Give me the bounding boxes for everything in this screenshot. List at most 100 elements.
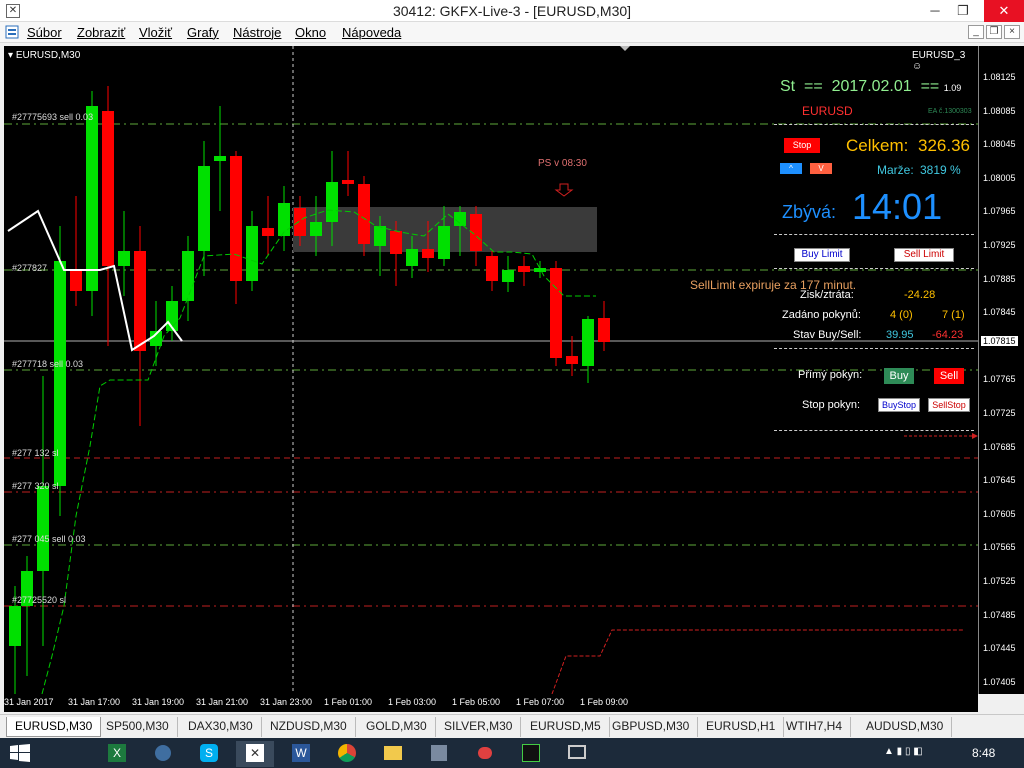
price-tick-label: 1.07605 [983,509,1016,519]
zisk-label: Zisk/ztráta: [800,289,854,301]
buy-limit-button[interactable]: Buy Limit [794,248,850,262]
price-chart[interactable]: ▾ EURUSD,M30 EURUSD_3 ☺ #27775693 sell 0… [4,46,978,694]
version-text: 1.09 [943,83,962,93]
ea-name: EURUSD_3 [912,50,966,61]
bull-candle [118,251,130,266]
zadano-buy: 4 (0) [890,309,913,321]
bear-candle [230,156,242,281]
panel-date-row: St == 2017.02.01 == 1.09 [780,78,961,96]
small-up-button[interactable]: ^ [780,163,802,174]
symbol-text: EURUSD,M30 [15,50,81,61]
small-down-button[interactable]: V [810,163,832,174]
menu-grafy[interactable]: Grafy [187,25,219,40]
tab-eurusd-m30[interactable]: EURUSD,M30 [6,717,102,737]
skype-icon[interactable]: S [190,741,228,767]
clock[interactable]: 8:48 [972,746,995,760]
mdi-minimize-button[interactable]: _ [968,25,984,39]
tab-wtih7-h4[interactable]: WTIH7,H4 [778,717,852,737]
bull-candle [374,226,386,246]
down-arrow-icon [554,183,574,197]
ps-label: PS v 08:30 [538,158,587,169]
explorer-icon[interactable] [374,741,412,767]
price-tick-label: 1.07885 [983,274,1016,284]
chrome-icon[interactable] [328,741,366,767]
menu-zobrazit[interactable]: Zobraziť [77,25,125,40]
bear-candle [358,184,370,244]
bear-candle [102,111,114,266]
bear-candle [342,180,354,184]
buystop-button[interactable]: BuyStop [878,398,920,412]
tab-dax30-m30[interactable]: DAX30,M30 [180,717,262,737]
price-tick-label: 1.07965 [983,206,1016,216]
bull-candle [438,226,450,259]
menu-okno[interactable]: Okno [295,25,326,40]
tab-sp500-m30[interactable]: SP500,M30 [98,717,178,737]
bull-candle [406,249,418,266]
time-tick-label: 31 Jan 2017 [4,697,54,707]
price-tick-label: 1.07485 [983,610,1016,620]
dots-app-icon[interactable] [466,741,504,767]
app-grid-icon[interactable] [420,741,458,767]
word-icon[interactable]: W [282,741,320,767]
bull-candle [86,106,98,291]
menu-subor[interactable]: Súbor [27,25,62,40]
menu-nastroje[interactable]: Nástroje [233,25,281,40]
bull-candle [326,182,338,222]
chart-app-icon[interactable] [512,741,550,767]
metatrader-icon[interactable]: ✕ [236,741,274,767]
time-tick-label: 1 Feb 05:00 [452,697,501,707]
order-label-1: #27775693 sell 0.03 [12,112,94,122]
sell-button[interactable]: Sell [934,368,964,384]
tab-eurusd-m5[interactable]: EURUSD,M5 [522,717,610,737]
monitor-icon[interactable] [558,741,596,767]
tab-nzdusd-m30[interactable]: NZDUSD,M30 [262,717,356,737]
maximize-button[interactable]: ❐ [948,0,978,22]
price-tick-label: 1.07765 [983,374,1016,384]
price-tick-label: 1.07565 [983,542,1016,552]
marze-value: 3819 % [920,163,961,177]
stav-label: Stav Buy/Sell: [793,329,862,341]
tab-gold-m30[interactable]: GOLD,M30 [358,717,436,737]
menu-napoveda[interactable]: Nápoveda [342,25,401,40]
celkem-label: Celkem: [846,136,909,155]
tab-audusd-m30[interactable]: AUDUSD,M30 [858,717,953,737]
document-icon[interactable] [5,25,19,39]
red-stop-line [551,629,964,694]
panel-divider-2 [774,234,974,235]
mdi-restore-button[interactable]: ❐ [986,25,1002,39]
menu-vlozit[interactable]: Vložiť [139,25,172,40]
bear-candle [518,266,530,272]
tab-eurusd-h1[interactable]: EURUSD,H1 [698,717,785,737]
chart-symbol-label: ▾ EURUSD,M30 [8,50,81,61]
eq-left: == [804,78,823,95]
buy-button[interactable]: Buy [884,368,914,384]
tray-icons[interactable]: ▲ ▮ ▯ ◧ [884,746,923,757]
sell-limit-button[interactable]: Sell Limit [894,248,954,262]
network-icon[interactable] [144,741,182,767]
price-tick-label: 1.07685 [983,442,1016,452]
stav-sell: -64.23 [932,329,964,341]
panel-symbol: EURUSD [802,104,853,118]
mdi-close-button[interactable]: × [1004,25,1020,39]
window-title: 30412: GKFX-Live-3 - [EURUSD,M30] [392,3,632,19]
stop-pokyn-label: Stop pokyn: [802,399,861,411]
time-tick-label: 1 Feb 07:00 [516,697,565,707]
sellstop-button[interactable]: SellStop [928,398,970,412]
time-tick-label: 31 Jan 23:00 [260,697,313,707]
stop-button[interactable]: Stop [784,138,820,153]
marze-label: Marže: [877,163,914,177]
tab-gbpusd-m30[interactable]: GBPUSD,M30 [604,717,699,737]
bull-candle [37,486,49,571]
bear-candle [294,208,306,236]
bull-candle [502,270,514,282]
time-tick-label: 1 Feb 01:00 [324,697,373,707]
excel-icon[interactable]: X [98,741,136,767]
tab-silver-m30[interactable]: SILVER,M30 [436,717,522,737]
stav-buy: 39.95 [886,329,914,341]
day-text: St [780,78,796,95]
windows-start-icon[interactable] [10,744,30,762]
minimize-button[interactable]: ─ [920,0,950,22]
close-button[interactable]: ✕ [984,0,1024,22]
bull-candle [182,251,194,301]
bear-candle [550,268,562,358]
